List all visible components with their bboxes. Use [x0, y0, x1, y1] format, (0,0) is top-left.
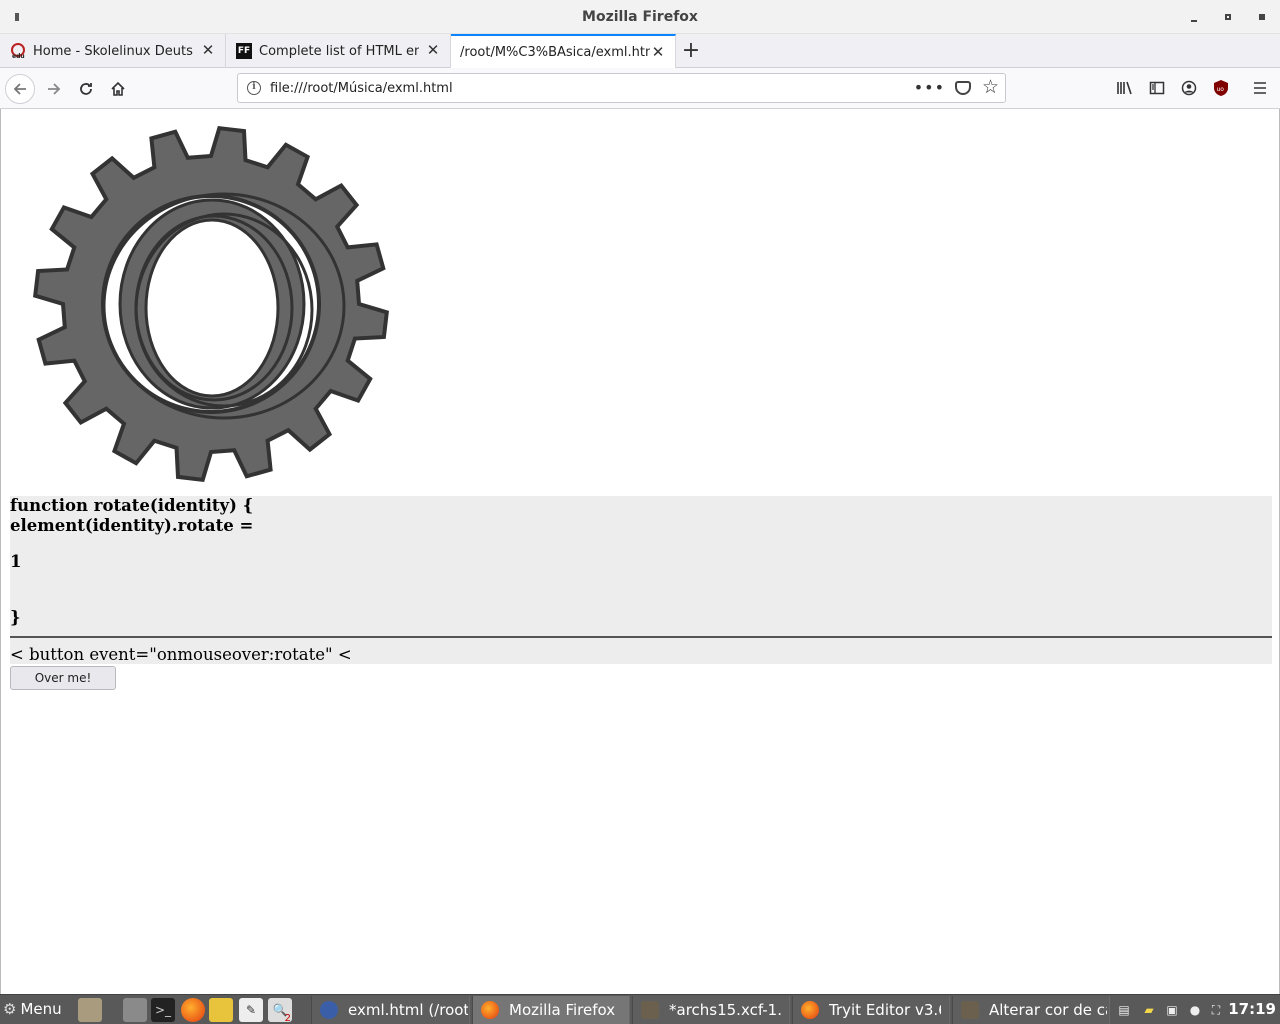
task-tryit-editor[interactable]: Tryit Editor v3.6 — [792, 996, 950, 1024]
files-icon[interactable] — [209, 998, 233, 1022]
code-block: function rotate(identity) { element(iden… — [10, 496, 1272, 636]
home-icon — [111, 81, 125, 96]
arrow-left-icon — [13, 83, 26, 95]
tab-html-entities[interactable]: FF Complete list of HTML entities ✕ — [226, 34, 451, 68]
page-actions-icon[interactable]: ••• — [914, 78, 945, 97]
url-text[interactable]: file:///root/Música/exml.html — [270, 81, 453, 96]
task-label: Alterar cor de camada — [989, 1001, 1107, 1019]
reload-icon — [80, 83, 92, 95]
user-icon[interactable]: ● — [1186, 1001, 1204, 1019]
firefox-icon[interactable] — [181, 998, 205, 1022]
info-icon[interactable]: i — [247, 81, 261, 95]
editor-icon — [320, 1001, 338, 1019]
search-icon[interactable]: 🔍 2 — [268, 998, 292, 1024]
code-line: function rotate(identity) { — [10, 496, 254, 515]
sidebar-icon[interactable] — [1147, 78, 1167, 98]
folder-icon[interactable] — [123, 998, 147, 1022]
tab-label: Complete list of HTML entities — [259, 43, 419, 59]
window-titlebar: Mozilla Firefox — [0, 0, 1280, 34]
tab-exml-active[interactable]: /root/M%C3%BAsica/exml.html ✕ — [451, 34, 676, 69]
firefox-icon — [801, 1001, 819, 1019]
task-gimp-image[interactable]: *archs15.xcf-1.0 (RGB color) — [632, 996, 790, 1024]
svg-text:edu: edu — [12, 53, 25, 59]
code-line: } — [10, 608, 21, 627]
close-window-button[interactable] — [1254, 9, 1270, 25]
task-label: exml.html (/root/Música) — [348, 1001, 468, 1019]
button-snippet-text: < button event="onmouseover:rotate" < — [10, 638, 1272, 664]
edu-icon: edu — [10, 43, 26, 59]
close-icon[interactable]: ✕ — [651, 45, 665, 60]
window-title: Mozilla Firefox — [582, 9, 698, 25]
url-bar[interactable]: i file:///root/Música/exml.html ••• ☆ — [237, 73, 1006, 103]
clock: 17:19 — [1228, 1000, 1276, 1018]
over-me-button[interactable]: Over me! — [10, 666, 116, 690]
account-icon[interactable] — [1179, 78, 1199, 98]
taskbar: ⚙ Menu >_ ✎ 🔍2 exml.html (/root/Música) … — [0, 994, 1280, 1024]
code-line: element(identity).rotate = — [10, 516, 254, 535]
task-label: Tryit Editor v3.6 — [829, 1001, 941, 1019]
task-exml-editor[interactable]: exml.html (/root/Música) — [311, 996, 470, 1024]
tab-skolelinux[interactable]: edu Home - Skolelinux Deutschland ✕ — [0, 34, 226, 68]
task-firefox[interactable]: Mozilla Firefox — [472, 996, 630, 1024]
gimp-icon — [641, 1001, 659, 1019]
page-content: function rotate(identity) { element(iden… — [0, 109, 1280, 994]
task-gimp-dialog[interactable]: Alterar cor de camada — [952, 996, 1110, 1024]
maximize-button[interactable] — [1220, 9, 1236, 25]
hamburger-menu-icon[interactable] — [1250, 78, 1270, 98]
firefox-icon — [481, 1001, 499, 1019]
new-tab-button[interactable]: + — [681, 40, 701, 62]
tab-label: /root/M%C3%BAsica/exml.html — [460, 45, 650, 60]
close-icon[interactable]: ✕ — [426, 43, 440, 58]
gear-icon[interactable] — [29, 123, 409, 485]
bookmark-star-icon[interactable]: ☆ — [982, 76, 999, 98]
minimize-button[interactable] — [1186, 9, 1202, 25]
code-line: 1 — [10, 552, 22, 571]
clipboard-icon[interactable]: ▣ — [1163, 1001, 1181, 1019]
tab-label: Home - Skolelinux Deutschland — [33, 43, 193, 59]
forward-button[interactable] — [39, 74, 69, 104]
svg-text:uo: uo — [1217, 86, 1225, 93]
start-menu-button[interactable]: ⚙ Menu — [3, 1000, 62, 1018]
terminal-icon[interactable]: >_ — [151, 998, 175, 1022]
back-button[interactable] — [5, 74, 35, 104]
ff-icon: FF — [236, 43, 252, 59]
home-button[interactable] — [103, 74, 133, 104]
gimp-icon — [961, 1001, 979, 1019]
navigation-toolbar: i file:///root/Música/exml.html ••• ☆ uo — [0, 68, 1280, 109]
library-icon[interactable] — [1115, 78, 1135, 98]
arrow-right-icon — [48, 83, 61, 95]
tab-strip: edu Home - Skolelinux Deutschland ✕ FF C… — [0, 34, 1280, 69]
text-editor-icon[interactable]: ✎ — [239, 998, 263, 1022]
network-icon[interactable]: ⛶ — [1207, 1001, 1225, 1019]
badge-count: 2 — [284, 1013, 291, 1024]
gear-icon: ⚙ — [3, 1000, 17, 1018]
task-label: Mozilla Firefox — [509, 1001, 616, 1019]
pocket-icon[interactable] — [955, 81, 971, 95]
notes-icon[interactable]: ▰ — [1140, 1001, 1158, 1019]
display-icon[interactable]: ▤ — [1115, 1001, 1133, 1019]
close-icon[interactable]: ✕ — [201, 43, 215, 58]
ublock-origin-icon[interactable]: uo — [1211, 78, 1231, 98]
task-label: *archs15.xcf-1.0 (RGB color) — [669, 1001, 781, 1019]
start-menu-label: Menu — [20, 1000, 62, 1018]
file-cabinet-icon[interactable] — [78, 998, 102, 1022]
reload-button[interactable] — [71, 74, 101, 104]
